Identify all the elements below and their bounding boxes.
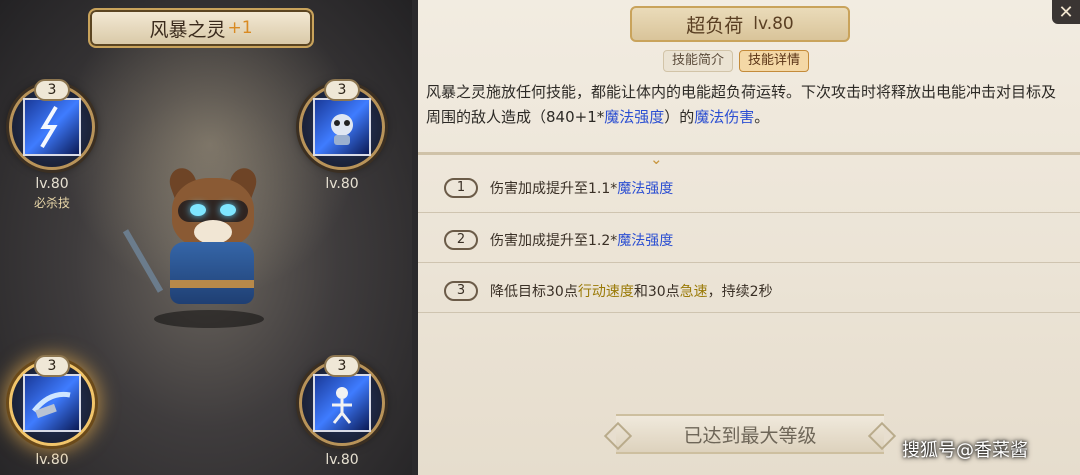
ultimate-tag: 必杀技 [33,196,70,210]
chevron-down-icon: ⌄ [650,150,663,168]
upgrade-row: 2 伤害加成提升至1.2* 魔法强度 [444,230,673,250]
upgrade-highlight: 行动速度 [577,284,634,300]
upgrade-number: 3 [444,281,478,301]
skill-frame: 3 [9,355,95,446]
skill-level-text: lv.80 [35,452,69,468]
desc-text: 。 [754,108,770,126]
upgrade-number: 2 [444,230,478,250]
skill-title-plate: 超负荷 lv.80 [630,6,850,42]
tab-skill-details[interactable]: 技能详情 [739,50,810,72]
row-separator [418,262,1080,263]
upgrade-text: 伤害加成提升至1.2* [490,233,618,249]
upgrade-text: ，持续2秒 [707,284,773,300]
upgrade-row: 1 伤害加成提升至1.1* 魔法强度 [444,178,673,198]
watermark: 搜狐号@香菜酱 [902,440,1028,461]
skill-level-badge: 3 [34,355,70,377]
tab-skill-intro[interactable]: 技能简介 [663,50,734,72]
upgrade-text: 伤害加成提升至1.1* [490,181,618,197]
panda-spirit-icon [313,98,371,156]
desc-text: ）的 [664,108,695,126]
upgrade-highlight: 急速 [679,284,708,300]
skill-frame: 3 [299,79,385,170]
lightning-icon [23,98,81,156]
skill-description: 风暴之灵施放任何技能，都能让体内的电能超负荷运转。下次攻击时将释放出电能冲击对目… [426,80,1066,130]
row-separator [418,312,1080,313]
upgrade-text: 降低目标30点 [490,284,578,300]
hero-panel: 风暴之灵 +1 3 lv.80 必杀技 3 lv.80 3 lv.80 3 lv… [0,0,412,475]
desc-highlight: 魔法伤害 [694,108,755,126]
skill-slot-2[interactable]: 3 lv.80 [296,79,388,192]
close-button[interactable]: ✕ [1052,0,1080,24]
lightning-burst-icon [23,374,81,432]
hero-star-bonus: +1 [227,18,253,38]
upgrade-highlight: 魔法强度 [617,233,674,249]
skill-level: lv.80 [753,14,794,34]
hero-name-plate: 风暴之灵 +1 [88,8,314,48]
skill-level-text: lv.80 [325,452,359,468]
hero-model [122,164,286,328]
skill-name: 超负荷 [686,14,744,37]
upgrade-highlight: 魔法强度 [617,181,674,197]
skill-level-text: lv.80 [35,176,69,192]
desc-highlight: 魔法强度 [604,108,665,126]
skill-slot-1[interactable]: 3 lv.80 必杀技 [6,79,98,211]
skill-frame: 3 [9,79,95,170]
skill-level-badge: 3 [324,355,360,377]
skill-level-text: lv.80 [325,176,359,192]
skill-frame: 3 [299,355,385,446]
upgrade-number: 1 [444,178,478,198]
divider [418,152,1080,155]
skill-slot-4[interactable]: 3 lv.80 [296,355,388,468]
upgrade-row: 3 降低目标30点 行动速度 和30点 急速 ，持续2秒 [444,281,773,301]
skill-level-badge: 3 [34,79,70,101]
max-level-button[interactable]: 已达到最大等级 [616,414,884,454]
row-separator [418,212,1080,213]
skeleton-shock-icon [313,374,371,432]
skill-level-badge: 3 [324,79,360,101]
skill-slot-3[interactable]: 3 lv.80 [6,355,98,468]
upgrade-text: 和30点 [633,284,680,300]
detail-tabs: 技能简介 技能详情 [663,50,810,72]
hero-name: 风暴之灵 [149,18,226,41]
